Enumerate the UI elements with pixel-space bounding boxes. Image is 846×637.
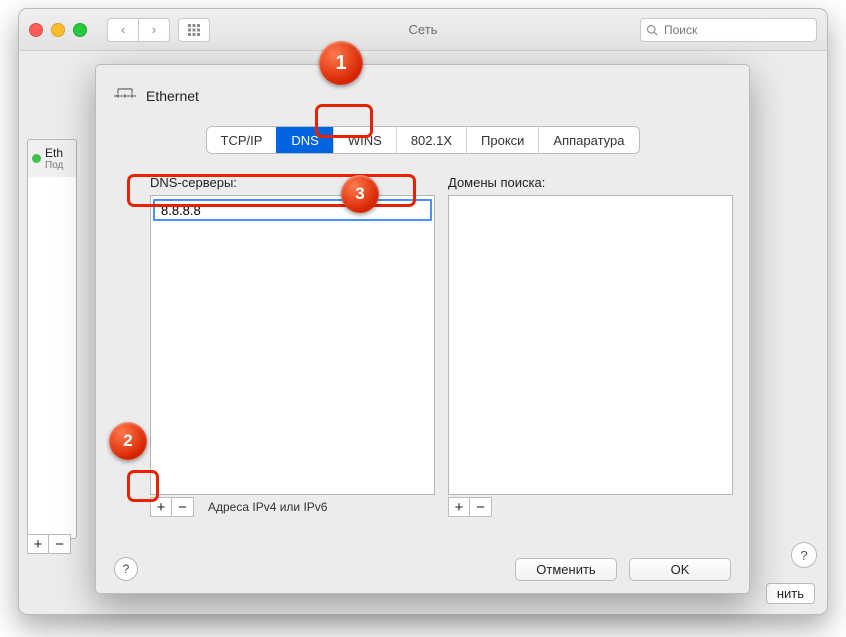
search-icon [646, 24, 658, 36]
network-interfaces-list[interactable]: Eth Под [27, 139, 77, 539]
bg-apply-button-partial[interactable]: нить [766, 583, 815, 604]
traffic-lights [29, 23, 87, 37]
tabs: TCP/IP DNS WINS 802.1X Прокси Аппаратура [96, 127, 749, 153]
tab-proxy[interactable]: Прокси [466, 127, 538, 153]
interface-status: Под [45, 160, 63, 171]
nav-forward-button[interactable]: › [138, 19, 169, 41]
connected-dot-icon [32, 154, 41, 163]
domain-remove-button[interactable]: − [470, 497, 492, 517]
interface-title: Ethernet [146, 88, 199, 104]
bg-help-button[interactable]: ? [791, 542, 817, 568]
dns-add-button[interactable]: + [150, 497, 172, 517]
nav-back-button[interactable]: ‹ [108, 19, 138, 41]
dns-server-entry[interactable] [153, 199, 432, 221]
ethernet-icon [114, 87, 136, 105]
search-domains-label: Домены поиска: [448, 175, 545, 190]
tab-wins[interactable]: WINS [333, 127, 396, 153]
minimize-window-button[interactable] [51, 23, 65, 37]
domain-add-remove: + − [448, 497, 492, 517]
dns-add-remove: + − [150, 497, 194, 517]
bg-add-remove: + − [27, 534, 71, 554]
grid-icon [187, 23, 201, 37]
interface-header: Ethernet [114, 87, 199, 105]
titlebar: ‹ › Сеть [19, 9, 827, 51]
preferences-window: ‹ › Сеть Eth Под + [18, 8, 828, 615]
interface-name: Eth [45, 146, 63, 160]
bg-bottom-buttons: нить [766, 583, 815, 604]
close-window-button[interactable] [29, 23, 43, 37]
dns-servers-list[interactable] [150, 195, 435, 495]
sheet-help-button[interactable]: ? [114, 557, 138, 581]
search-domains-list[interactable] [448, 195, 733, 495]
nav-back-forward: ‹ › [107, 18, 170, 42]
search-input[interactable] [662, 22, 821, 38]
tab-dns[interactable]: DNS [276, 127, 332, 153]
zoom-window-button[interactable] [73, 23, 87, 37]
search-field[interactable] [640, 18, 817, 42]
sheet-actions: Отменить OK [515, 558, 731, 581]
bg-remove-interface-button[interactable]: − [49, 534, 71, 554]
advanced-sheet: Ethernet TCP/IP DNS WINS 802.1X Прокси А… [95, 64, 750, 594]
show-all-button[interactable] [178, 18, 210, 42]
dns-remove-button[interactable]: − [172, 497, 194, 517]
ok-button[interactable]: OK [629, 558, 731, 581]
dns-server-input[interactable] [159, 202, 426, 219]
tab-tcpip[interactable]: TCP/IP [207, 127, 277, 153]
tab-hardware[interactable]: Аппаратура [538, 127, 638, 153]
domain-add-button[interactable]: + [448, 497, 470, 517]
cancel-button[interactable]: Отменить [515, 558, 617, 581]
list-item[interactable]: Eth Под [28, 140, 76, 177]
tab-8021x[interactable]: 802.1X [396, 127, 466, 153]
bg-add-interface-button[interactable]: + [27, 534, 49, 554]
dns-servers-label: DNS-серверы: [150, 175, 237, 190]
dns-hint: Адреса IPv4 или IPv6 [208, 500, 327, 514]
